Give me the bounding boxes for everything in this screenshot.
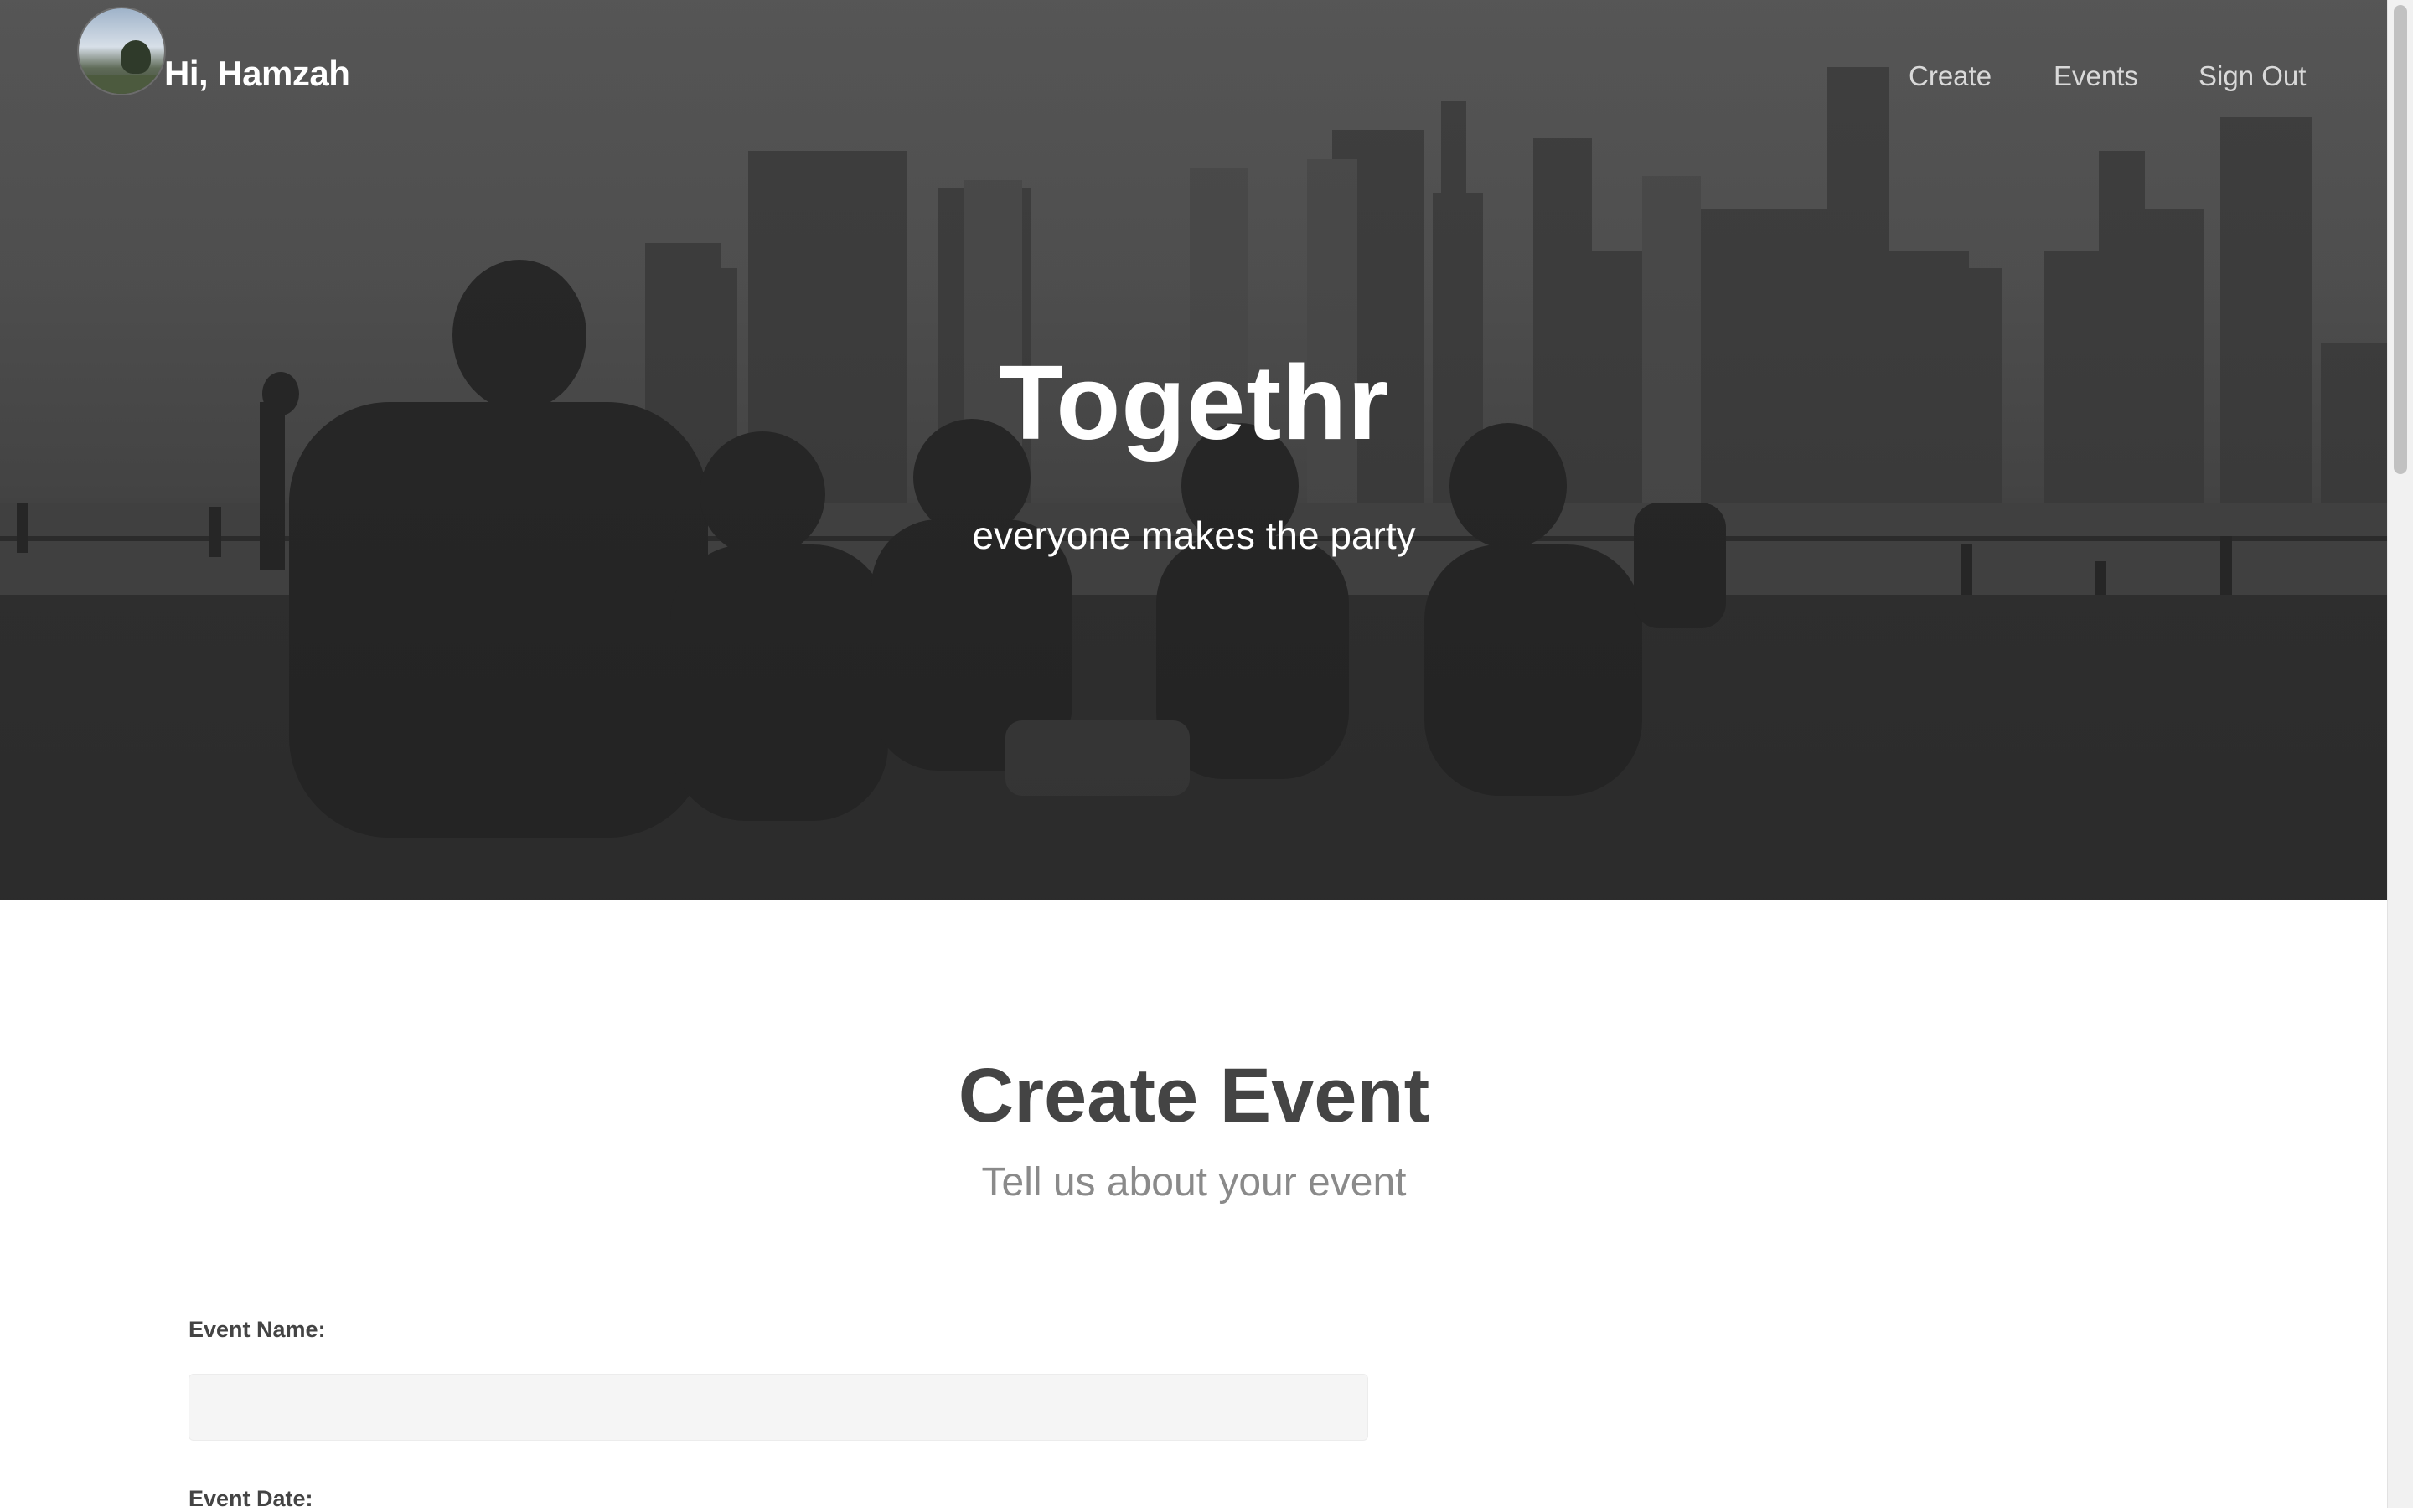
brand-tagline: everyone makes the party bbox=[972, 513, 1416, 557]
top-navigation: Create Events Sign Out bbox=[0, 60, 2413, 102]
brand-title: Togethr bbox=[998, 343, 1390, 462]
nav-link-sign-out[interactable]: Sign Out bbox=[2199, 60, 2306, 92]
event-name-label: Event Name: bbox=[189, 1317, 326, 1342]
page-subtitle: Tell us about your event bbox=[981, 1160, 1407, 1205]
event-date-label: Event Date: bbox=[189, 1486, 313, 1511]
page-title: Create Event bbox=[958, 1053, 1430, 1138]
event-name-input[interactable] bbox=[189, 1374, 1368, 1441]
nav-link-create[interactable]: Create bbox=[1909, 60, 1992, 92]
scrollbar-thumb[interactable] bbox=[2394, 5, 2407, 474]
nav-link-events[interactable]: Events bbox=[2054, 60, 2138, 92]
page-scrollbar[interactable] bbox=[2387, 0, 2413, 1508]
